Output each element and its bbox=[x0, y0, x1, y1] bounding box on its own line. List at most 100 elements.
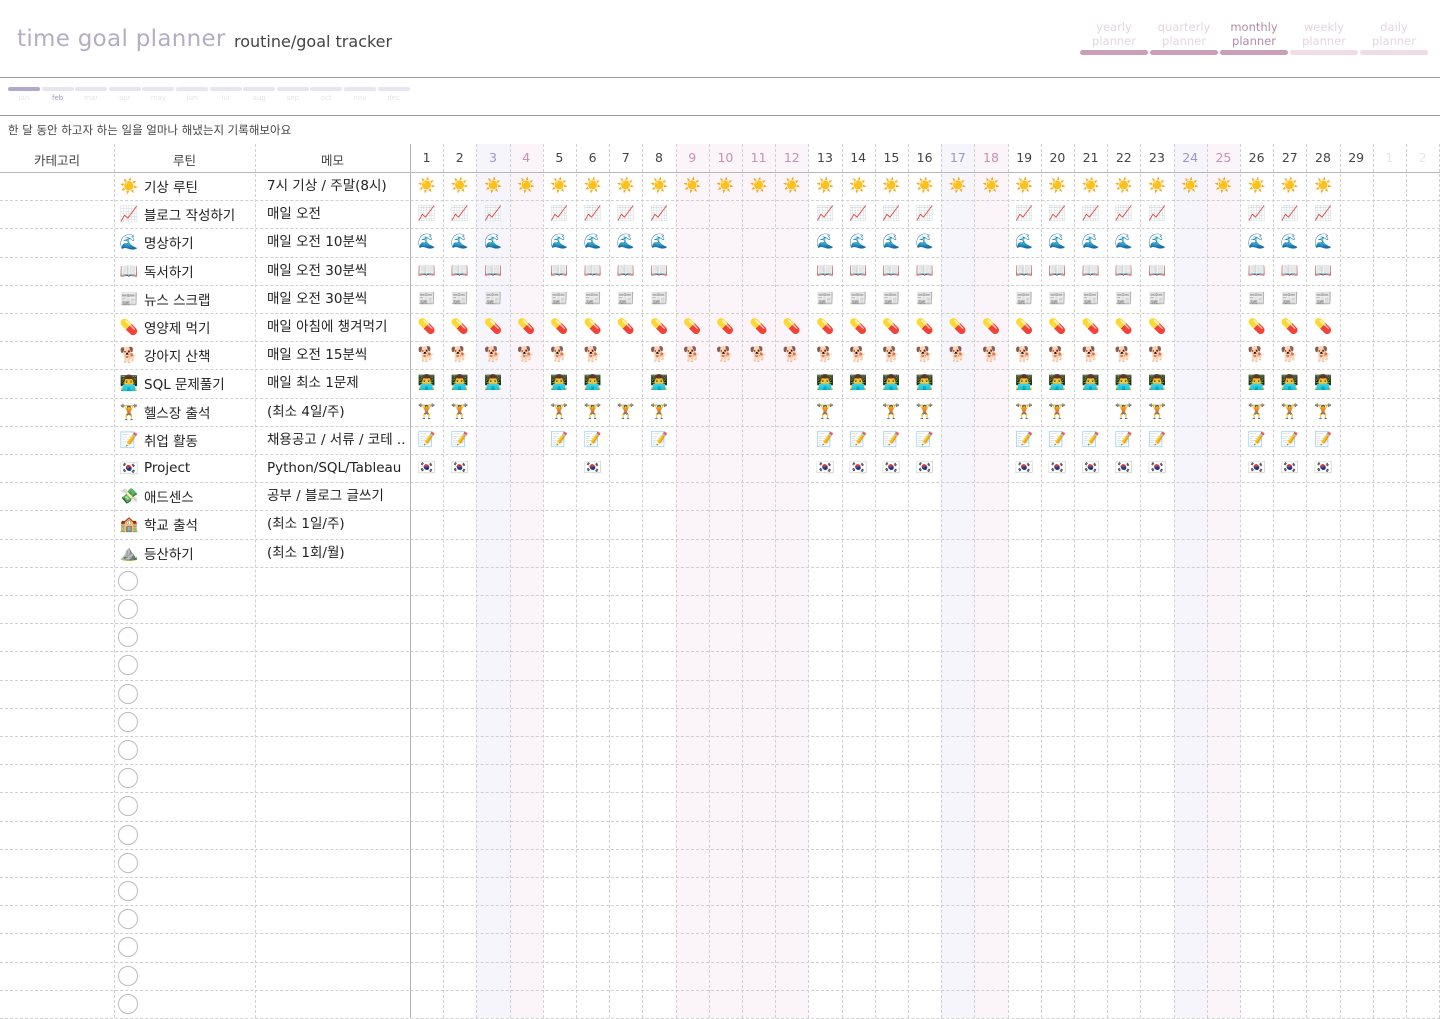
routine-memo[interactable]: 매일 오전 15분씩 bbox=[259, 341, 411, 369]
routine-row[interactable]: 💸 애드센스 bbox=[114, 482, 255, 510]
routine-memo[interactable]: 공부 / 블로그 글쓰기 bbox=[259, 482, 411, 510]
done-mark[interactable]: 📈 bbox=[1041, 200, 1074, 228]
routine-memo[interactable]: (최소 1일/주) bbox=[259, 510, 411, 538]
done-mark[interactable]: 🏋️ bbox=[1107, 398, 1140, 426]
done-mark[interactable]: 💊 bbox=[1008, 313, 1041, 341]
done-mark[interactable]: 🏋️ bbox=[1041, 398, 1074, 426]
done-mark[interactable]: 📈 bbox=[1140, 200, 1173, 228]
done-mark[interactable]: 👨‍💻 bbox=[1306, 369, 1339, 397]
done-mark[interactable]: 🐕 bbox=[1074, 341, 1107, 369]
done-mark[interactable]: 📝 bbox=[410, 426, 443, 454]
month-tab-jul[interactable]: jul bbox=[209, 87, 242, 102]
done-mark[interactable]: 📝 bbox=[1041, 426, 1074, 454]
done-mark[interactable]: 👨‍💻 bbox=[1140, 369, 1173, 397]
done-mark[interactable]: 📈 bbox=[576, 200, 609, 228]
done-mark[interactable]: 🌊 bbox=[1107, 228, 1140, 256]
done-mark[interactable]: 📝 bbox=[1107, 426, 1140, 454]
done-mark[interactable]: 👨‍💻 bbox=[1008, 369, 1041, 397]
done-mark[interactable]: 🐕 bbox=[1140, 341, 1173, 369]
done-mark[interactable]: 💊 bbox=[1107, 313, 1140, 341]
done-mark[interactable]: 💊 bbox=[410, 313, 443, 341]
month-tab-sep[interactable]: sep bbox=[276, 87, 309, 102]
done-mark[interactable]: 📖 bbox=[410, 257, 443, 285]
done-mark[interactable]: 📈 bbox=[808, 200, 841, 228]
done-mark[interactable]: 👨‍💻 bbox=[476, 369, 509, 397]
empty-routine-icon[interactable] bbox=[118, 711, 138, 732]
done-mark[interactable]: 📰 bbox=[1273, 285, 1306, 313]
empty-routine-icon[interactable] bbox=[118, 796, 138, 817]
done-mark[interactable]: ☀️ bbox=[875, 172, 908, 200]
done-mark[interactable]: 📖 bbox=[1273, 257, 1306, 285]
routine-memo[interactable]: 매일 오전 30분씩 bbox=[259, 285, 411, 313]
done-mark[interactable]: 📖 bbox=[808, 257, 841, 285]
done-mark[interactable]: ☀️ bbox=[1174, 172, 1207, 200]
done-mark[interactable]: 🇰🇷 bbox=[1074, 454, 1107, 482]
done-mark[interactable]: 💊 bbox=[510, 313, 543, 341]
done-mark[interactable]: 📈 bbox=[1306, 200, 1339, 228]
routine-memo[interactable]: (최소 4일/주) bbox=[259, 398, 411, 426]
done-mark[interactable]: 🐕 bbox=[443, 341, 476, 369]
done-mark[interactable]: 📖 bbox=[543, 257, 576, 285]
done-mark[interactable]: 📰 bbox=[443, 285, 476, 313]
done-mark[interactable]: 📝 bbox=[1273, 426, 1306, 454]
nav-quarterly-planner[interactable]: quarterly planner bbox=[1150, 20, 1218, 55]
done-mark[interactable]: 📈 bbox=[1107, 200, 1140, 228]
done-mark[interactable]: ☀️ bbox=[709, 172, 742, 200]
done-mark[interactable]: 🇰🇷 bbox=[1273, 454, 1306, 482]
done-mark[interactable]: 🌊 bbox=[1041, 228, 1074, 256]
done-mark[interactable]: 🐕 bbox=[676, 341, 709, 369]
done-mark[interactable]: 🌊 bbox=[1008, 228, 1041, 256]
nav-daily-planner[interactable]: daily planner bbox=[1360, 20, 1428, 55]
routine-memo[interactable]: 매일 아침에 챙겨먹기 bbox=[259, 313, 411, 341]
done-mark[interactable]: 📰 bbox=[1107, 285, 1140, 313]
month-tab-jan[interactable]: jan bbox=[8, 87, 40, 102]
done-mark[interactable]: ☀️ bbox=[908, 172, 941, 200]
done-mark[interactable]: 🐕 bbox=[476, 341, 509, 369]
done-mark[interactable]: 🇰🇷 bbox=[1306, 454, 1339, 482]
done-mark[interactable]: 🐕 bbox=[709, 341, 742, 369]
done-mark[interactable]: 🌊 bbox=[1306, 228, 1339, 256]
done-mark[interactable]: 🏋️ bbox=[875, 398, 908, 426]
done-mark[interactable]: 🌊 bbox=[609, 228, 642, 256]
done-mark[interactable]: 💊 bbox=[642, 313, 675, 341]
done-mark[interactable]: ☀️ bbox=[1107, 172, 1140, 200]
done-mark[interactable]: ☀️ bbox=[842, 172, 875, 200]
routine-row[interactable]: 📰 뉴스 스크랩 bbox=[114, 285, 255, 313]
done-mark[interactable]: 🇰🇷 bbox=[1240, 454, 1273, 482]
done-mark[interactable]: 👨‍💻 bbox=[410, 369, 443, 397]
done-mark[interactable]: 📝 bbox=[1240, 426, 1273, 454]
done-mark[interactable]: 💊 bbox=[443, 313, 476, 341]
done-mark[interactable]: 💊 bbox=[808, 313, 841, 341]
routine-row[interactable]: 🏫 학교 출석 bbox=[114, 510, 255, 538]
done-mark[interactable]: 🌊 bbox=[1240, 228, 1273, 256]
done-mark[interactable]: 💊 bbox=[476, 313, 509, 341]
done-mark[interactable]: ☀️ bbox=[510, 172, 543, 200]
done-mark[interactable]: ☀️ bbox=[543, 172, 576, 200]
empty-routine-icon[interactable] bbox=[118, 570, 138, 591]
month-tab-feb[interactable]: feb bbox=[41, 87, 74, 102]
done-mark[interactable]: 📰 bbox=[543, 285, 576, 313]
empty-routine-icon[interactable] bbox=[118, 852, 138, 873]
done-mark[interactable]: 🌊 bbox=[642, 228, 675, 256]
done-mark[interactable]: 📝 bbox=[543, 426, 576, 454]
done-mark[interactable]: 💊 bbox=[543, 313, 576, 341]
routine-memo[interactable]: (최소 1회/월) bbox=[259, 539, 411, 567]
routine-row[interactable]: ☀️ 기상 루틴 bbox=[114, 172, 255, 200]
empty-routine-icon[interactable] bbox=[118, 768, 138, 789]
done-mark[interactable]: 🇰🇷 bbox=[576, 454, 609, 482]
done-mark[interactable]: 💊 bbox=[842, 313, 875, 341]
done-mark[interactable]: ☀️ bbox=[1074, 172, 1107, 200]
done-mark[interactable]: ☀️ bbox=[1140, 172, 1173, 200]
done-mark[interactable]: 📝 bbox=[842, 426, 875, 454]
done-mark[interactable]: ☀️ bbox=[609, 172, 642, 200]
month-tab-oct[interactable]: oct bbox=[310, 87, 343, 102]
done-mark[interactable]: 🐕 bbox=[1041, 341, 1074, 369]
done-mark[interactable]: 🏋️ bbox=[609, 398, 642, 426]
routine-row[interactable]: 📝 취업 활동 bbox=[114, 426, 255, 454]
done-mark[interactable]: ☀️ bbox=[1008, 172, 1041, 200]
done-mark[interactable]: 🐕 bbox=[410, 341, 443, 369]
done-mark[interactable]: 🏋️ bbox=[808, 398, 841, 426]
done-mark[interactable]: 🐕 bbox=[510, 341, 543, 369]
done-mark[interactable]: 👨‍💻 bbox=[443, 369, 476, 397]
done-mark[interactable]: ☀️ bbox=[1041, 172, 1074, 200]
